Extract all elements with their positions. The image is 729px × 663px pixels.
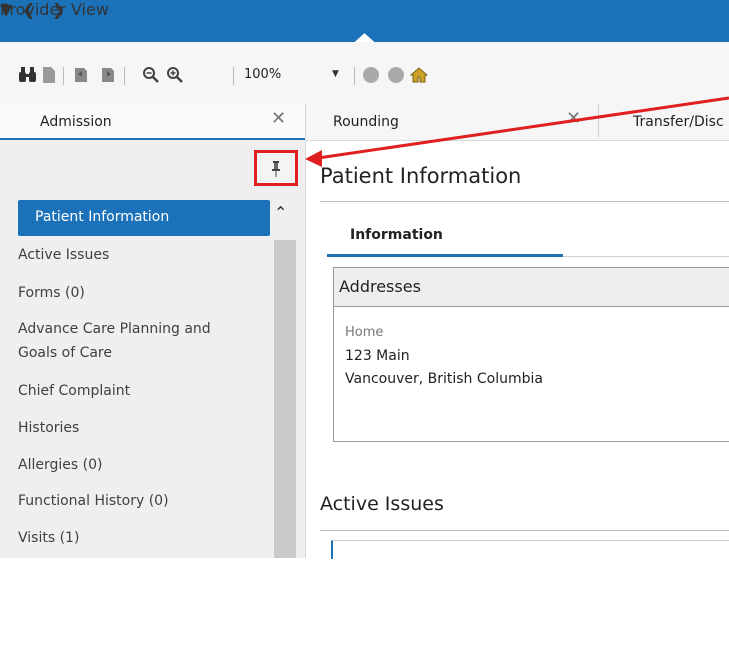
window-title: Provider View: [0, 0, 109, 19]
zoom-dropdown-icon[interactable]: ▼: [332, 69, 339, 79]
home-icon[interactable]: [410, 66, 428, 84]
tab-divider: [598, 104, 599, 138]
address-type: Home: [345, 325, 384, 340]
pin-icon[interactable]: [270, 160, 282, 178]
binoculars-icon[interactable]: [18, 66, 38, 84]
tab-label: Admission: [40, 114, 112, 130]
sidebar-item-chief-complaint[interactable]: Chief Complaint: [18, 383, 130, 399]
address-street: 123 Main: [345, 348, 410, 364]
sidebar-item-goals-of-care[interactable]: Goals of Care: [18, 345, 112, 361]
zoom-out-icon[interactable]: [142, 66, 160, 84]
sidebar-item-histories[interactable]: Histories: [18, 420, 79, 436]
sidebar-item-visits[interactable]: Visits (1): [18, 530, 79, 546]
copy-icon[interactable]: [99, 66, 117, 84]
close-icon[interactable]: ✕: [271, 108, 286, 129]
scrollbar[interactable]: [274, 240, 296, 558]
scroll-up-icon[interactable]: ⌃: [274, 203, 287, 222]
sidebar-item-allergies[interactable]: Allergies (0): [18, 457, 102, 473]
zoom-value: 100%: [244, 67, 282, 82]
tab-information[interactable]: Information: [350, 227, 443, 243]
toolbar-divider: [233, 67, 234, 85]
toolbar-divider: [124, 67, 125, 85]
divider: [320, 201, 729, 202]
toolbar-divider: [63, 67, 64, 85]
section-title: Active Issues: [320, 493, 444, 515]
sidebar-item-active-issues[interactable]: Active Issues: [18, 247, 109, 263]
address-city: Vancouver, British Columbia: [345, 371, 543, 387]
divider: [320, 530, 729, 531]
active-issues-panel: [331, 540, 729, 559]
tab-divider: [305, 104, 306, 138]
addresses-title: Addresses: [339, 277, 421, 296]
page-icon[interactable]: [41, 66, 57, 84]
zoom-in-icon[interactable]: [166, 66, 184, 84]
sidebar-item-forms[interactable]: Forms (0): [18, 285, 85, 301]
tab-rounding[interactable]: Rounding: [333, 114, 399, 130]
page-title: Patient Information: [320, 164, 522, 188]
sidebar-item-functional-history[interactable]: Functional History (0): [18, 493, 169, 509]
close-icon[interactable]: ✕: [566, 108, 581, 129]
toolbar-divider: [354, 67, 355, 85]
sidebar-item-advance-care-planning[interactable]: Advance Care Planning and: [18, 321, 211, 337]
sidebar-item-patient-information[interactable]: Patient Information: [18, 200, 270, 236]
circle-icon[interactable]: [362, 66, 380, 84]
circle-icon[interactable]: [387, 66, 405, 84]
sidebar-item-label: Patient Information: [35, 209, 170, 225]
active-tab-indicator: [327, 254, 563, 257]
divider: [563, 256, 729, 257]
tab-transfer-discharge[interactable]: Transfer/Disc: [633, 114, 724, 130]
print-icon[interactable]: [72, 66, 90, 84]
